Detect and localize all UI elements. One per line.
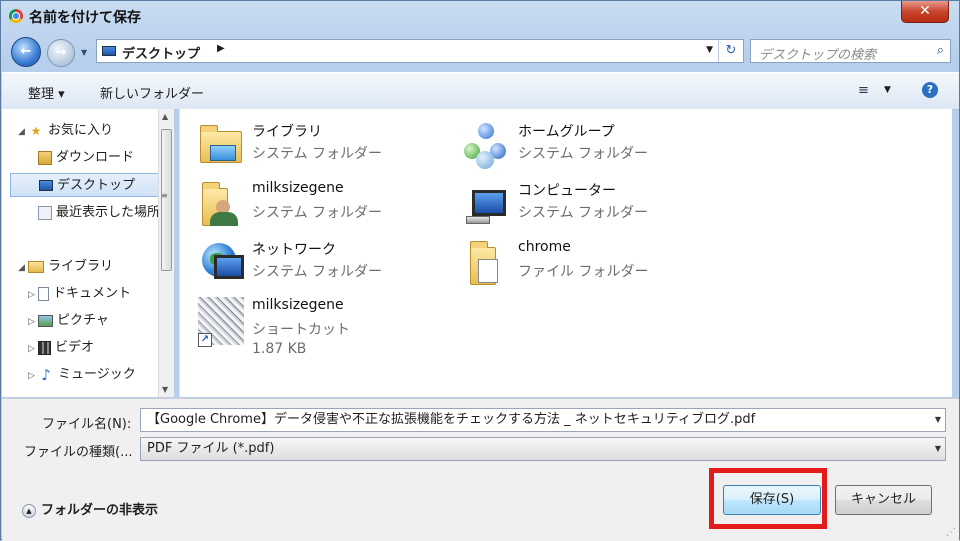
videos-icon (38, 340, 51, 355)
collapse-arrow-icon: ▲ (22, 503, 36, 518)
filetype-dropdown-icon[interactable]: ▼ (935, 438, 941, 460)
close-button[interactable]: ✕ (901, 1, 949, 23)
save-as-dialog: 名前を付けて保存 ✕ ← → ▼ デスクトップ ▶ ▼ ↻ デスクトップの検索 … (0, 0, 960, 541)
scroll-down-icon[interactable]: ▼ (162, 385, 168, 394)
collapse-triangle-icon[interactable]: ◢ (18, 256, 28, 280)
address-bar[interactable]: デスクトップ ▶ ▼ ↻ (96, 39, 744, 63)
organize-menu[interactable]: 整理 ▾ (28, 83, 65, 102)
window-title: 名前を付けて保存 (29, 10, 141, 26)
chrome-icon (9, 9, 23, 23)
expand-triangle-icon[interactable]: ▷ (28, 310, 38, 334)
search-placeholder: デスクトップの検索 (759, 48, 877, 63)
file-item-libraries[interactable]: ライブラリ システム フォルダー (196, 119, 456, 175)
help-icon[interactable]: ? (922, 82, 938, 98)
expand-triangle-icon[interactable]: ▷ (28, 364, 38, 388)
filetype-label: ファイルの種類(... (24, 445, 133, 460)
title-bar[interactable]: 名前を付けて保存 ✕ (1, 1, 959, 33)
nav-pane-scrollbar[interactable]: ▲ ≡ ▼ (158, 109, 174, 397)
address-dropdown-icon[interactable]: ▼ (706, 45, 713, 55)
filename-dropdown-icon[interactable]: ▼ (935, 409, 941, 431)
history-dropdown-icon[interactable]: ▼ (81, 48, 87, 57)
library-folder-icon (196, 121, 244, 169)
save-button-highlight (709, 468, 827, 529)
sidebar-item-documents[interactable]: ▷ ドキュメント (28, 282, 131, 306)
cancel-button[interactable]: キャンセル (835, 485, 932, 515)
scroll-grip-icon: ≡ (161, 191, 168, 200)
homegroup-icon (462, 121, 510, 169)
scroll-up-icon[interactable]: ▲ (162, 112, 168, 121)
filetype-select[interactable]: PDF ファイル (*.pdf) ▼ (140, 437, 946, 461)
documents-icon (38, 286, 49, 301)
recent-places-icon (38, 205, 52, 220)
sidebar-item-favorites[interactable]: ◢ ★ お気に入り (18, 119, 113, 143)
sidebar-item-desktop[interactable]: デスクトップ (10, 173, 174, 197)
search-icon[interactable]: ⌕ (937, 43, 944, 58)
view-dropdown-icon[interactable]: ▼ (884, 85, 891, 95)
change-view-icon[interactable]: ≡ (858, 83, 869, 98)
collapse-triangle-icon[interactable]: ◢ (18, 120, 28, 144)
search-input[interactable]: デスクトップの検索 ⌕ (750, 39, 951, 63)
hide-folders-toggle[interactable]: ▲ フォルダーの非表示 (22, 499, 158, 518)
sidebar-item-music[interactable]: ▷ ♪ ミュージック (28, 363, 136, 387)
file-item-user-folder[interactable]: milksizegene システム フォルダー (196, 178, 456, 234)
breadcrumb[interactable]: デスクトップ (122, 43, 200, 62)
filename-label: ファイル名(N): (42, 417, 132, 432)
forward-button[interactable]: → (47, 39, 75, 67)
refresh-icon[interactable]: ↻ (718, 40, 743, 62)
expand-triangle-icon[interactable]: ▷ (28, 283, 38, 307)
sidebar-item-recent-places[interactable]: 最近表示した場所 (38, 201, 160, 225)
file-item-computer[interactable]: コンピューター システム フォルダー (462, 178, 722, 234)
file-item-chrome-folder[interactable]: chrome ファイル フォルダー (462, 237, 722, 293)
file-item-homegroup[interactable]: ホームグループ システム フォルダー (462, 119, 722, 175)
music-icon: ♪ (41, 365, 51, 384)
file-list-pane: ライブラリ システム フォルダー ホームグループ システム フォルダー milk… (179, 109, 952, 397)
breadcrumb-arrow-icon[interactable]: ▶ (217, 43, 225, 54)
sidebar-item-videos[interactable]: ▷ ビデオ (28, 336, 94, 360)
desktop-icon (39, 180, 53, 191)
computer-icon (462, 180, 510, 228)
navigation-pane: ◢ ★ お気に入り ダウンロード デスクトップ 最近表示した場所 ◢ ライブラリ ▷ ド… (2, 109, 174, 397)
shortcut-arrow-icon: ↗ (198, 333, 212, 347)
sidebar-item-pictures[interactable]: ▷ ピクチャ (28, 309, 109, 333)
file-item-network[interactable]: ネットワーク システム フォルダー (196, 237, 456, 293)
star-icon: ★ (30, 123, 42, 138)
desktop-icon (102, 46, 116, 56)
network-icon (196, 239, 244, 287)
filename-input[interactable]: 【Google Chrome】データ侵害や不正な拡張機能をチェックする方法 _ … (140, 408, 946, 432)
expand-triangle-icon[interactable]: ▷ (28, 337, 38, 361)
downloads-icon (38, 150, 52, 165)
new-folder-button[interactable]: 新しいフォルダー (100, 83, 204, 102)
back-button[interactable]: ← (11, 37, 41, 67)
folder-icon (462, 239, 510, 287)
sidebar-item-libraries[interactable]: ◢ ライブラリ (18, 255, 113, 279)
navigation-bar: ← → ▼ デスクトップ ▶ ▼ ↻ デスクトップの検索 ⌕ (1, 34, 959, 70)
sidebar-item-downloads[interactable]: ダウンロード (38, 146, 134, 170)
command-toolbar: 整理 ▾ 新しいフォルダー ≡ ▼ ? (2, 72, 959, 110)
resize-grip-icon[interactable]: ⋰ (946, 527, 956, 538)
shortcut-icon: ↗ (196, 297, 244, 347)
scrollbar-thumb[interactable] (161, 129, 172, 271)
file-item-shortcut[interactable]: ↗ milksizegene ショートカット 1.87 KB (196, 295, 456, 365)
user-folder-icon (196, 180, 244, 228)
library-icon (28, 260, 44, 273)
pictures-icon (38, 314, 53, 327)
